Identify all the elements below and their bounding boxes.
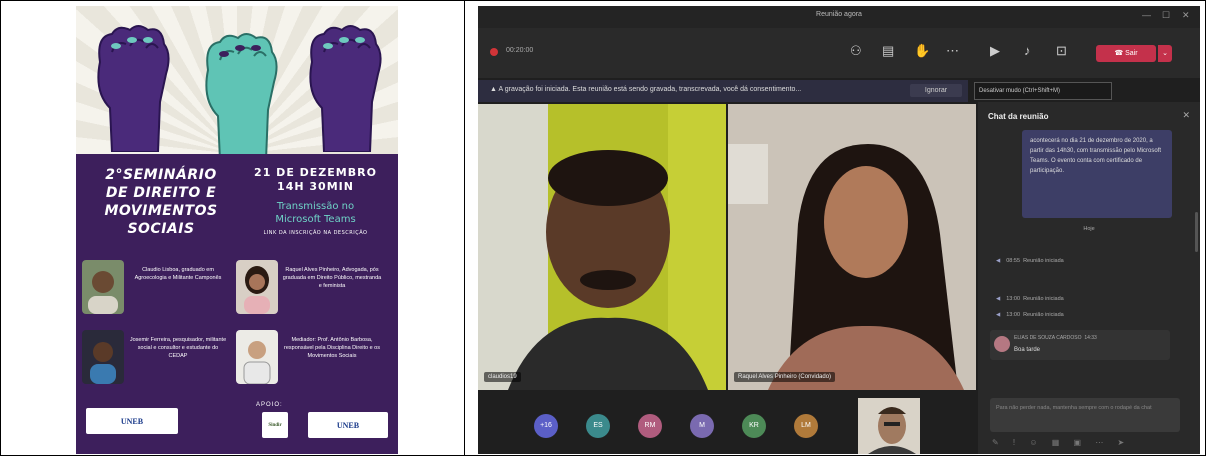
participant-thumbnail-video[interactable]	[858, 398, 920, 454]
chat-scrollbar[interactable]	[1195, 212, 1198, 252]
chat-date-divider: Hoje	[1083, 226, 1095, 232]
banner-text: A gravação foi iniciada. Esta reunião es…	[498, 86, 802, 93]
meeting-chat-panel: Chat da reunião ✕ acontecerá no dia 21 d…	[978, 102, 1200, 454]
participant-avatar[interactable]: KR	[742, 414, 766, 438]
poster-transmission-1: Transmissão no	[276, 201, 355, 212]
chat-message: ELIAS DE SOUZA CARDOSO 14:33 Boa tarde	[990, 330, 1170, 360]
leave-dropdown-icon[interactable]: ⌄	[1158, 45, 1172, 62]
poster-apoio-label: APOIO:	[256, 402, 283, 408]
chat-icon[interactable]: ▤	[882, 43, 894, 59]
chat-title: Chat da reunião	[988, 112, 1049, 121]
speaker-photo	[82, 330, 124, 384]
meeting-started-icon: ◀	[996, 312, 1001, 318]
participant-silhouette-left	[478, 104, 726, 390]
poster-time: 14H 30MIN	[277, 180, 354, 193]
chat-close-icon[interactable]: ✕	[1182, 110, 1190, 121]
participant-video-right[interactable]: Raquel Alves Pinheiro (Convidado)	[728, 104, 976, 390]
speaker-text: Josemir Ferreira, pesquisador, militante…	[129, 337, 227, 359]
recording-icon	[490, 48, 498, 56]
speaker-text: Claudio Lisboa, graduado em Agroecologia…	[134, 267, 222, 281]
speaker-photo	[236, 260, 278, 314]
column-divider	[464, 0, 465, 456]
participant-avatar[interactable]: M	[690, 414, 714, 438]
event-poster: 2°SEMINÁRIO DE DIREITO E MOVIMENTOS SOCI…	[76, 6, 398, 454]
recording-banner: ▲ A gravação foi iniciada. Esta reunião …	[478, 80, 968, 102]
more-options-icon[interactable]: ⋯	[946, 43, 959, 59]
meeting-started-icon: ◀	[996, 296, 1001, 302]
participants-icon[interactable]: ⚇	[850, 43, 862, 59]
participant-video-left[interactable]: claudios19	[478, 104, 726, 390]
chat-compose-input[interactable]: Para não perder nada, mantenha sempre co…	[990, 398, 1180, 432]
video-label-left: claudios19	[484, 372, 521, 382]
poster-transmission-2: Microsoft Teams	[275, 214, 356, 225]
purple-fist-right-icon	[309, 25, 382, 152]
message-text: Boa tarde	[1014, 347, 1041, 353]
meeting-toolbar: 00:20:00 ⚇ ▤ ✋ ⋯ ▶ ♪ ⊡ ☎ Sair ⌄	[478, 28, 1200, 78]
maximize-icon[interactable]: ☐	[1162, 10, 1170, 21]
microphone-icon[interactable]: ♪	[1024, 43, 1031, 58]
speaker-photo	[82, 260, 124, 314]
window-titlebar: Reunião agora — ☐ ✕	[478, 6, 1200, 28]
leave-button[interactable]: ☎ Sair	[1096, 45, 1156, 62]
participant-avatar[interactable]: +16	[534, 414, 558, 438]
minimize-icon[interactable]: —	[1142, 10, 1151, 20]
participant-avatar[interactable]: ES	[586, 414, 610, 438]
sindir-logo: Sindir	[262, 412, 288, 438]
system-message: ◀ 08:55 Reunião iniciada	[996, 258, 1064, 264]
close-icon[interactable]: ✕	[1182, 10, 1190, 21]
system-message: ◀ 13:00 Reunião iniciada	[996, 296, 1064, 302]
speaker-card: Claudio Lisboa, graduado em Agroecologia…	[82, 260, 232, 316]
avatar	[994, 336, 1010, 352]
meeting-started-icon: ◀	[996, 258, 1001, 264]
speaker-text: Mediador: Prof. Antônio Barbosa, respons…	[284, 337, 380, 359]
share-screen-icon[interactable]: ⊡	[1056, 43, 1067, 59]
camera-icon[interactable]: ▶	[990, 43, 1000, 59]
speaker-photo	[236, 330, 278, 384]
compose-toolbar-icons[interactable]: ✎ ! ☺ ▦ ▣ ⋯ ➤	[992, 438, 1130, 447]
teal-fist-center-icon	[205, 33, 278, 160]
system-message: ◀ 13:00 Reunião iniciada	[996, 312, 1064, 318]
poster-registration: LINK DA INSCRIÇÃO NA DESCRIÇÃO	[263, 230, 368, 236]
uneb-logo-left: UNEB	[86, 408, 178, 434]
message-author: ELIAS DE SOUZA CARDOSO	[1014, 335, 1082, 341]
warning-icon: ▲	[490, 86, 499, 93]
video-label-right: Raquel Alves Pinheiro (Convidado)	[734, 372, 836, 382]
message-time: 14:33	[1084, 335, 1097, 341]
ignore-button[interactable]: Ignorar	[910, 84, 962, 97]
participant-avatar[interactable]: RM	[638, 414, 662, 438]
poster-date-block: 21 DE DEZEMBRO 14H 30MIN Transmissão no …	[238, 166, 393, 236]
uneb-logo-right: UNEB	[308, 412, 388, 438]
poster-title: 2°SEMINÁRIO DE DIREITO E MOVIMENTOS SOCI…	[104, 167, 218, 237]
speaker-card: Raquel Alves Pinheiro, Advogada, pós gra…	[236, 260, 386, 316]
teams-meeting-window: Reunião agora — ☐ ✕ 00:20:00 ⚇ ▤ ✋ ⋯ ▶ ♪…	[478, 6, 1200, 454]
purple-fist-left-icon	[97, 25, 170, 152]
meeting-timer: 00:20:00	[506, 47, 534, 54]
phone-icon: ☎	[1114, 50, 1126, 57]
window-title: Reunião agora	[816, 11, 862, 18]
participant-avatar[interactable]: LM	[794, 414, 818, 438]
speaker-card: Mediador: Prof. Antônio Barbosa, respons…	[236, 330, 386, 386]
speaker-text: Raquel Alves Pinheiro, Advogada, pós gra…	[282, 267, 382, 289]
raise-hand-icon[interactable]: ✋	[914, 43, 930, 59]
speaker-card: Josemir Ferreira, pesquisador, militante…	[82, 330, 232, 386]
poster-date: 21 DE DEZEMBRO	[254, 166, 377, 179]
mute-tooltip: Desativar mudo (Ctrl+Shift+M)	[974, 82, 1112, 100]
chat-message-bubble: acontecerá no dia 21 de dezembro de 2020…	[1022, 130, 1172, 218]
participant-silhouette-right	[728, 104, 976, 390]
